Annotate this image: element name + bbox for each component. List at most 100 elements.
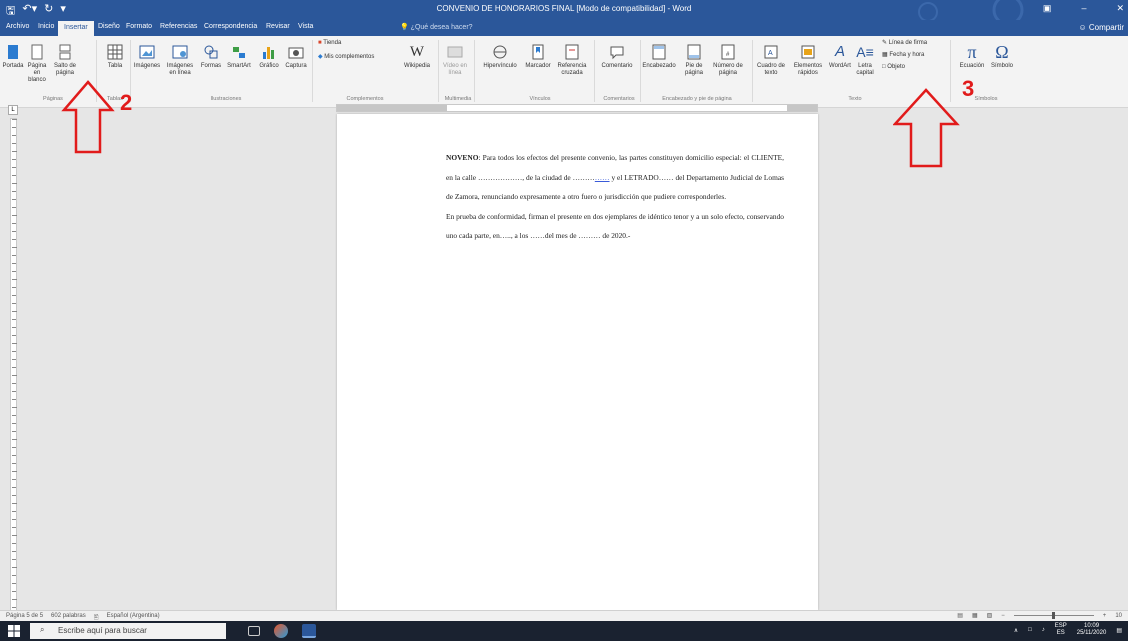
wordart-button[interactable]: A WordArt — [828, 44, 852, 70]
screenshot-icon — [288, 47, 304, 59]
hipervinculo-button[interactable]: Hipervínculo — [478, 44, 522, 70]
portada-label: Portada — [2, 63, 24, 69]
word-app-icon[interactable] — [302, 624, 316, 638]
ruler-tick — [12, 495, 16, 496]
tab-vista[interactable]: Vista — [298, 23, 313, 30]
notifications-icon[interactable]: ▤ — [1116, 627, 1122, 634]
ruler-tick — [12, 559, 16, 560]
wikipedia-button[interactable]: W Wikipedia — [400, 44, 434, 70]
footer-icon — [687, 44, 701, 60]
zoom-in-icon[interactable]: + — [1103, 613, 1107, 619]
pie-de-pagina-label: Pie de página — [684, 63, 704, 76]
tabla-button[interactable]: Tabla — [104, 44, 126, 70]
svg-text:A: A — [768, 50, 773, 57]
tab-correspondencia[interactable]: Correspondencia — [204, 23, 257, 30]
document-body[interactable]: NOVENO: Para todos los efectos del prese… — [446, 148, 784, 246]
video-en-linea-label: Vídeo en línea — [442, 63, 468, 76]
ruler-tick — [12, 463, 16, 464]
zoom-out-icon[interactable]: − — [1001, 613, 1005, 619]
fecha-y-hora-button[interactable]: ▦ Fecha y hora — [882, 52, 944, 59]
ruler-tick — [12, 551, 16, 552]
horizontal-ruler[interactable] — [336, 104, 818, 112]
tienda-button[interactable]: ■ Tienda — [318, 40, 358, 47]
cuadro-de-texto-button[interactable]: A Cuadro de texto — [754, 44, 788, 77]
tab-archivo[interactable]: Archivo — [6, 23, 29, 30]
portada-button[interactable]: Portada — [2, 44, 24, 70]
ruler-tick — [12, 215, 17, 216]
ruler-tick — [12, 575, 16, 576]
tab-diseno[interactable]: Diseño — [98, 23, 120, 30]
mis-complementos-button[interactable]: ◆ Mis complementos — [318, 54, 394, 61]
referencia-cruzada-button[interactable]: Referencia cruzada — [554, 44, 590, 77]
close-icon[interactable]: ✕ — [1116, 3, 1124, 14]
separator — [312, 40, 313, 102]
ruler-tick — [12, 207, 16, 208]
group-multimedia: Multimedia — [444, 96, 472, 102]
windows-start-icon[interactable] — [8, 625, 20, 637]
encabezado-button[interactable]: Encabezado — [642, 44, 676, 70]
web-layout-icon[interactable]: ▧ — [987, 612, 993, 619]
video-en-linea-button[interactable]: Vídeo en línea — [442, 44, 468, 77]
pie-de-pagina-button[interactable]: Pie de página — [678, 44, 710, 77]
elementos-rapidos-button[interactable]: Elementos rápidos — [789, 44, 827, 77]
ruler-tick — [12, 591, 16, 592]
ruler-tick — [12, 135, 16, 136]
drop-cap-icon: A≡ — [856, 44, 874, 60]
imagenes-button[interactable]: Imágenes — [133, 44, 161, 70]
ruler-tick — [12, 159, 16, 160]
tab-referencias[interactable]: Referencias — [160, 23, 197, 30]
pagina-en-blanco-button[interactable]: Página en blanco — [25, 44, 49, 84]
taskbar-search-box[interactable]: ⌕ Escribe aquí para buscar — [30, 623, 226, 639]
clock[interactable]: 10:09 25/11/2020 — [1077, 623, 1107, 637]
imagenes-en-linea-label: Imágenes en línea — [166, 63, 194, 76]
ruler-tick — [12, 583, 16, 584]
ecuacion-label: Ecuación — [959, 63, 985, 69]
marcador-label: Marcador — [525, 63, 551, 69]
lang-region: ES — [1056, 630, 1065, 636]
share-button[interactable]: ☺ Compartir — [1078, 23, 1124, 32]
tab-insertar[interactable]: Insertar — [58, 21, 94, 36]
tab-selector[interactable]: L — [8, 105, 18, 115]
tell-me-box[interactable]: 💡 ¿Qué desea hacer? — [400, 23, 473, 31]
read-mode-icon[interactable]: ▤ — [957, 612, 963, 619]
letra-capital-button[interactable]: A≡ Letra capital — [852, 44, 878, 77]
comentario-button[interactable]: Comentario — [596, 44, 638, 70]
tab-formato[interactable]: Formato — [126, 23, 152, 30]
captura-button[interactable]: Captura — [283, 44, 309, 70]
tab-revisar[interactable]: Revisar — [266, 23, 290, 30]
vertical-ruler[interactable] — [10, 118, 17, 630]
ruler-tick — [12, 407, 17, 408]
simbolo-button[interactable]: Ω Símbolo — [988, 43, 1016, 70]
formas-button[interactable]: Formas — [199, 44, 223, 70]
marcador-button[interactable]: Marcador — [522, 44, 554, 70]
zoom-slider[interactable] — [1013, 612, 1094, 619]
edge-browser-icon[interactable] — [274, 624, 288, 638]
network-icon[interactable]: □ — [1028, 627, 1032, 633]
tray-up-icon[interactable]: ∧ — [1014, 627, 1018, 634]
smartart-button[interactable]: SmartArt — [224, 44, 254, 70]
annotation-number-2: 2 — [120, 90, 133, 115]
minimize-icon[interactable]: – — [1081, 3, 1086, 14]
tab-inicio[interactable]: Inicio — [38, 23, 54, 30]
task-view-icon[interactable] — [248, 626, 260, 636]
numero-de-pagina-button[interactable]: # Número de página — [710, 44, 746, 77]
document-page[interactable]: NOVENO: Para todos los efectos del prese… — [337, 114, 818, 610]
salto-de-pagina-button[interactable]: Salto de página — [52, 44, 78, 77]
grafico-button[interactable]: Gráfico — [256, 44, 282, 70]
input-language[interactable]: ESP ES — [1055, 623, 1067, 637]
linea-de-firma-button[interactable]: ✎ Línea de firma — [882, 40, 944, 47]
pagina-en-blanco-label: Página en blanco — [27, 63, 47, 83]
ribbon-display-icon[interactable]: ▣ — [1043, 3, 1052, 14]
zoom-level[interactable]: 10 — [1115, 613, 1122, 619]
ribbon-tabs: Archivo Inicio Insertar Diseño Formato R… — [0, 20, 1128, 36]
objeto-button[interactable]: □ Objeto — [882, 64, 944, 71]
ruler-tick — [12, 167, 16, 168]
imagenes-en-linea-button[interactable]: Imágenes en línea — [163, 44, 197, 77]
group-complementos: Complementos — [346, 96, 384, 102]
volume-icon[interactable]: ♪ — [1042, 627, 1045, 633]
page-number-icon: # — [721, 44, 735, 60]
zoom-slider-knob[interactable] — [1051, 612, 1055, 619]
ecuacion-button[interactable]: π Ecuación — [956, 43, 988, 70]
quick-parts-icon — [801, 45, 815, 59]
print-layout-icon[interactable]: ▦ — [972, 612, 978, 619]
